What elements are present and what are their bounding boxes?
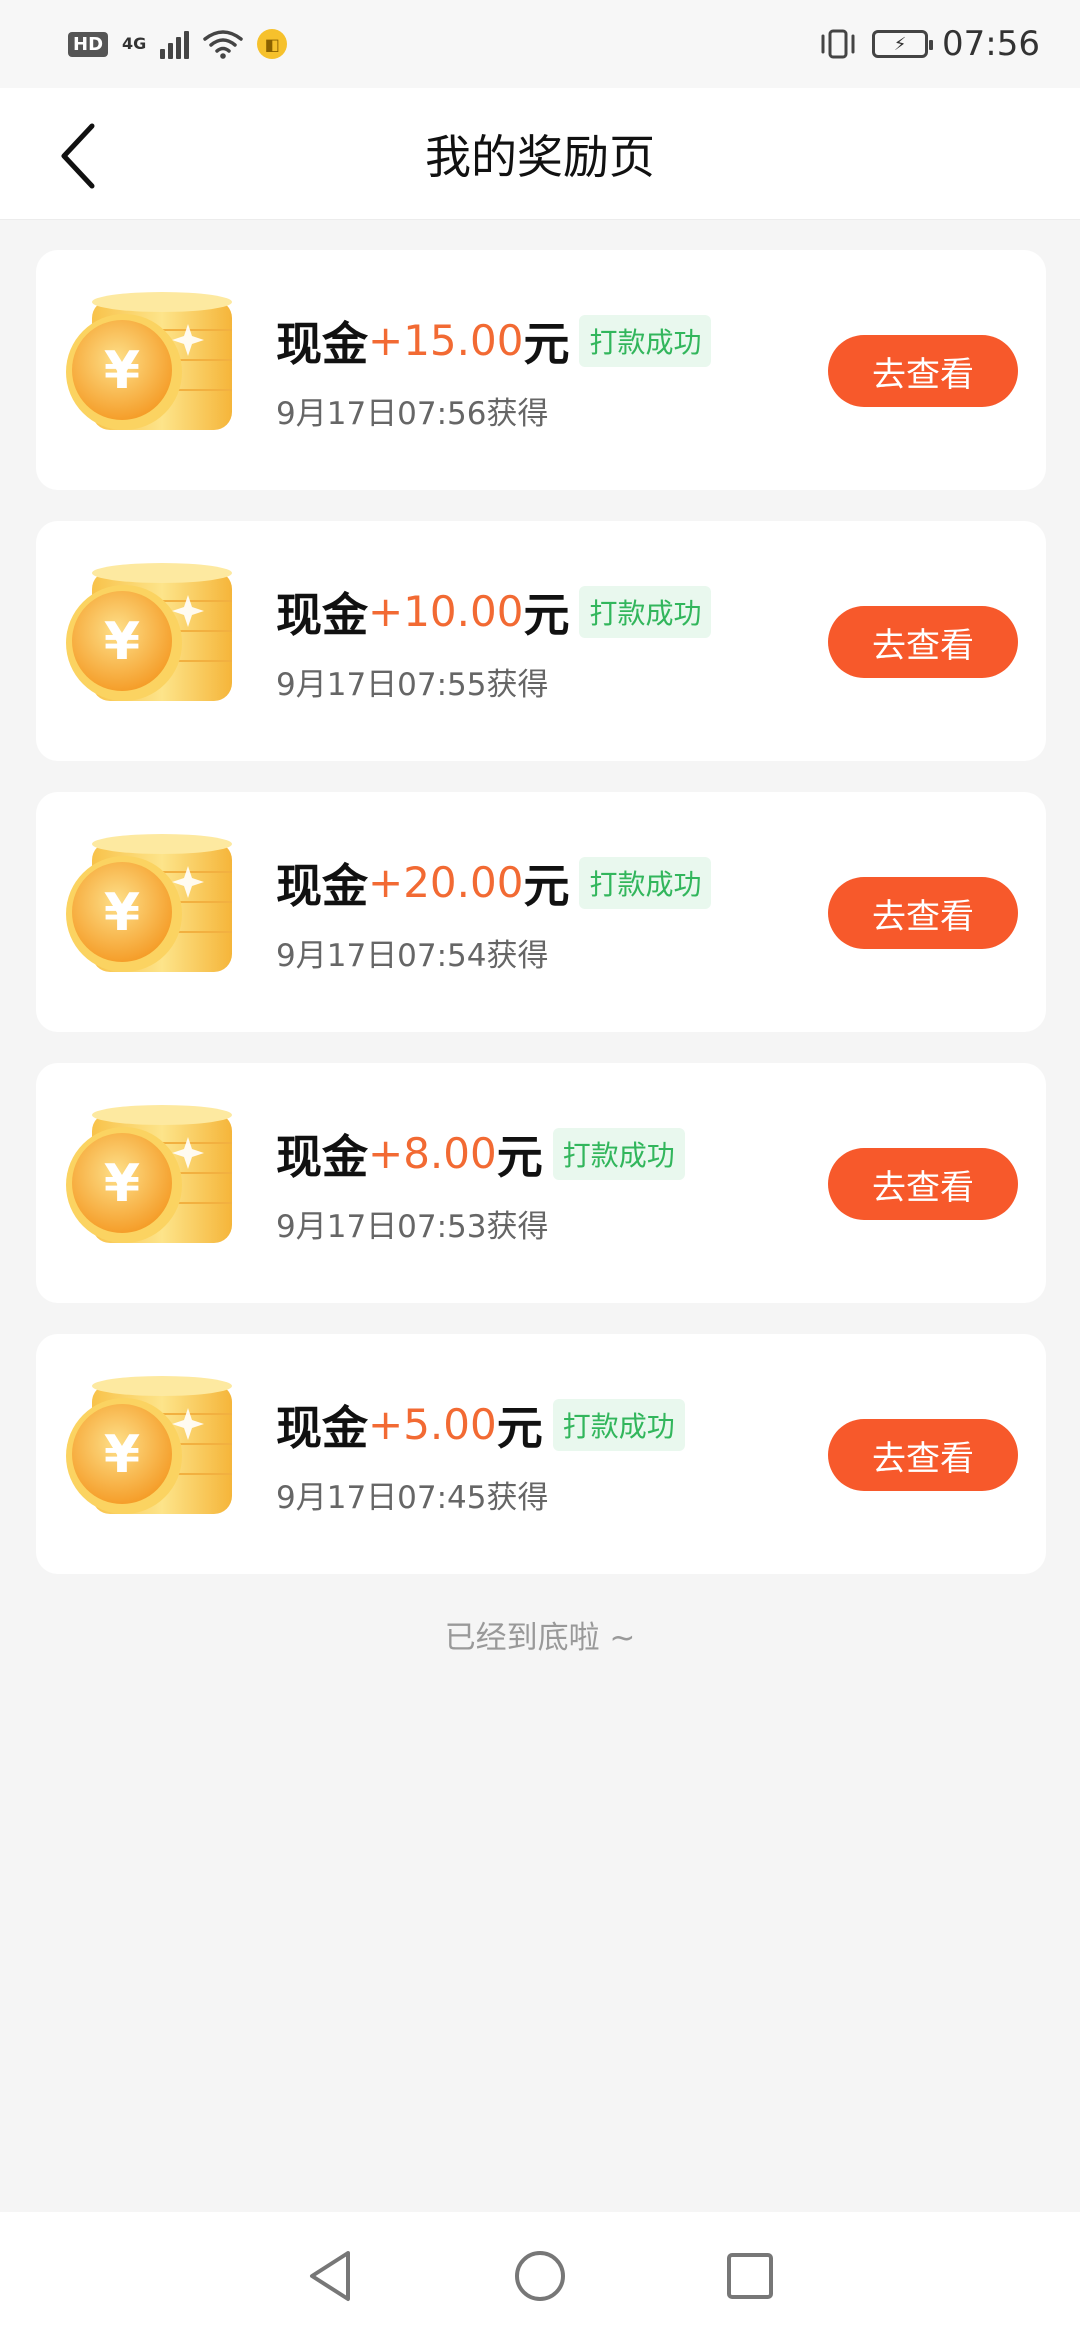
signal-icon <box>160 29 190 59</box>
system-navigation-bar <box>0 2212 1080 2340</box>
reward-amount: +10.00 <box>368 587 524 636</box>
reward-unit: 元 <box>523 587 570 642</box>
clone-app-icon: ◧ <box>257 29 288 59</box>
svg-text:¥: ¥ <box>104 612 140 672</box>
back-chevron-icon <box>61 123 95 189</box>
view-button[interactable]: 去查看 <box>828 606 1018 678</box>
network-type: 4G <box>122 34 147 53</box>
reward-unit: 元 <box>523 316 570 371</box>
status-badge: 打款成功 <box>552 1127 685 1180</box>
reward-type: 现金 <box>276 858 368 913</box>
view-button[interactable]: 去查看 <box>828 1419 1018 1491</box>
system-back-button[interactable] <box>300 2246 360 2306</box>
reward-unit: 元 <box>496 1129 543 1184</box>
reward-type: 现金 <box>276 1129 368 1184</box>
header: 我的奖励页 <box>0 88 1080 220</box>
wifi-icon <box>203 30 244 59</box>
status-badge: 打款成功 <box>579 314 712 367</box>
reward-type: 现金 <box>276 587 368 642</box>
system-recents-button[interactable] <box>720 2246 780 2306</box>
reward-card: ¥ 现金 +8.00 元 打款成功 9月17日07:53获得 去查看 <box>36 1063 1046 1303</box>
status-bar: HD 4G ◧ ⚡ 07:56 <box>0 0 1080 88</box>
vibrate-icon <box>821 29 855 59</box>
reward-amount: +15.00 <box>368 316 524 365</box>
view-button[interactable]: 去查看 <box>828 1148 1018 1220</box>
status-badge: 打款成功 <box>552 1398 685 1451</box>
back-triangle-icon <box>310 2251 350 2301</box>
coin-stack-icon: ¥ <box>62 290 262 450</box>
back-button[interactable] <box>40 118 116 194</box>
view-button[interactable]: 去查看 <box>828 335 1018 407</box>
reward-card: ¥ 现金 +20.00 元 打款成功 9月17日07:54获得 去查看 <box>36 792 1046 1032</box>
recents-square-icon <box>727 2253 773 2299</box>
svg-text:¥: ¥ <box>104 1154 140 1214</box>
reward-unit: 元 <box>523 858 570 913</box>
battery-charging-icon: ⚡ <box>872 30 934 58</box>
home-circle-icon <box>515 2251 565 2301</box>
coin-stack-icon: ¥ <box>62 1374 262 1534</box>
reward-amount: +20.00 <box>368 858 524 907</box>
reward-list: ¥ 现金 +15.00 元 打款成功 9月17日07:56获得 去查看 ¥ 现金… <box>36 250 1046 1605</box>
status-left: HD 4G ◧ <box>68 29 288 59</box>
coin-stack-icon: ¥ <box>62 832 262 992</box>
hd-indicator: HD <box>68 31 109 57</box>
system-home-button[interactable] <box>510 2246 570 2306</box>
reward-amount: +8.00 <box>368 1129 497 1178</box>
reward-type: 现金 <box>276 1400 368 1455</box>
reward-card: ¥ 现金 +5.00 元 打款成功 9月17日07:45获得 去查看 <box>36 1334 1046 1574</box>
coin-stack-icon: ¥ <box>62 561 262 721</box>
view-button[interactable]: 去查看 <box>828 877 1018 949</box>
reward-card: ¥ 现金 +10.00 元 打款成功 9月17日07:55获得 去查看 <box>36 521 1046 761</box>
clock: 07:56 <box>942 24 1040 64</box>
reward-type: 现金 <box>276 316 368 371</box>
reward-card: ¥ 现金 +15.00 元 打款成功 9月17日07:56获得 去查看 <box>36 250 1046 490</box>
status-badge: 打款成功 <box>579 856 712 909</box>
svg-text:¥: ¥ <box>104 341 140 401</box>
coin-stack-icon: ¥ <box>62 1103 262 1263</box>
page-title: 我的奖励页 <box>425 129 655 184</box>
end-of-list-text: 已经到底啦 ~ <box>444 1620 636 1656</box>
status-badge: 打款成功 <box>579 585 712 638</box>
reward-amount: +5.00 <box>368 1400 497 1449</box>
svg-text:¥: ¥ <box>104 1425 140 1485</box>
svg-text:¥: ¥ <box>104 883 140 943</box>
status-right: ⚡ 07:56 <box>818 24 1040 64</box>
reward-unit: 元 <box>496 1400 543 1455</box>
